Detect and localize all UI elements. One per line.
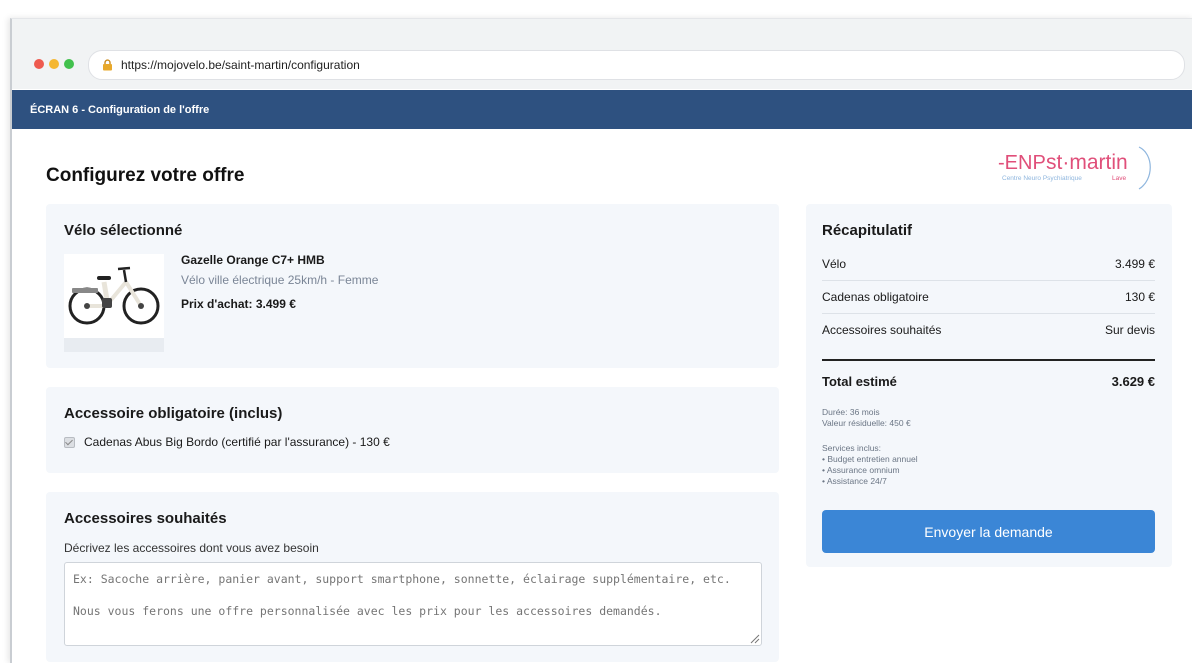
summary-divider xyxy=(822,359,1155,361)
close-window-button[interactable] xyxy=(34,59,44,69)
bike-name: Gazelle Orange C7+ HMB xyxy=(181,253,325,267)
service-item: • Assistance 24/7 xyxy=(822,476,887,486)
required-accessory-label: Cadenas Abus Big Bordo (certifié par l'a… xyxy=(84,435,390,449)
summary-heading: Récapitulatif xyxy=(822,222,913,239)
maximize-window-button[interactable] xyxy=(64,59,74,69)
required-accessory-card: Accessoire obligatoire (inclus) Cadenas … xyxy=(46,387,779,473)
logo-name: st·martin xyxy=(1046,151,1128,174)
lock-icon xyxy=(99,57,115,73)
wished-accessories-heading: Accessoires souhaités xyxy=(64,510,227,527)
summary-total: Total estimé 3.629 € xyxy=(822,374,1155,389)
logo-tagline-part2: Lave xyxy=(1112,175,1126,182)
browser-chrome: https://mojovelo.be/saint-martin/configu… xyxy=(12,19,1192,89)
minimize-window-button[interactable] xyxy=(49,59,59,69)
browser-window: https://mojovelo.be/saint-martin/configu… xyxy=(10,18,1192,663)
total-label: Total estimé xyxy=(822,374,897,389)
summary-row-value: Sur devis xyxy=(1104,323,1155,337)
summary-row-lock: Cadenas obligatoire 130 € xyxy=(822,281,1155,314)
summary-row-value: 3.499 € xyxy=(1114,257,1155,271)
summary-row-label: Cadenas obligatoire xyxy=(822,290,929,304)
bike-image xyxy=(64,254,164,352)
bike-subtitle: Vélo ville électrique 25km/h - Femme xyxy=(181,273,379,287)
window-controls xyxy=(34,59,74,69)
send-request-button[interactable]: Envoyer la demande xyxy=(822,510,1155,553)
bike-price: Prix d'achat: 3.499 € xyxy=(181,297,296,311)
summary-card: Récapitulatif Vélo 3.499 € Cadenas oblig… xyxy=(806,204,1172,567)
required-accessory-row: Cadenas Abus Big Bordo (certifié par l'a… xyxy=(64,435,390,449)
summary-row-label: Accessoires souhaités xyxy=(822,323,942,337)
duration-text: Durée: 36 mois xyxy=(822,407,880,417)
wished-accessories-textarea[interactable] xyxy=(64,562,762,646)
page-title: Configurez votre offre xyxy=(46,165,245,186)
residual-value-text: Valeur résiduelle: 450 € xyxy=(822,418,911,428)
required-accessory-checkbox[interactable] xyxy=(64,436,75,448)
wished-accessories-card: Accessoires souhaités Décrivez les acces… xyxy=(46,492,779,662)
enp-st-martin-logo: -ENP st·martin Centre Neuro Psychiatriqu… xyxy=(994,142,1154,194)
address-bar[interactable]: https://mojovelo.be/saint-martin/configu… xyxy=(88,50,1185,80)
summary-row-bike: Vélo 3.499 € xyxy=(822,248,1155,281)
address-url: https://mojovelo.be/saint-martin/configu… xyxy=(121,58,360,72)
selected-bike-heading: Vélo sélectionné xyxy=(64,222,183,239)
wished-accessories-label: Décrivez les accessoires dont vous avez … xyxy=(64,541,319,555)
required-accessory-heading: Accessoire obligatoire (inclus) xyxy=(64,405,283,422)
total-value: 3.629 € xyxy=(1111,374,1155,389)
services-title: Services inclus: xyxy=(822,443,882,453)
logo-head-outline xyxy=(1138,146,1151,190)
logo-tagline-part1: Centre Neuro Psychiatrique xyxy=(1002,175,1082,182)
selected-bike-card: Vélo sélectionné Gazelle Orange C7+ HMB … xyxy=(46,204,779,368)
service-item: • Budget entretien annuel xyxy=(822,454,918,464)
screen-label: ÉCRAN 6 - Configuration de l'offre xyxy=(30,103,210,116)
bike-icon xyxy=(68,266,160,325)
summary-row-value: 130 € xyxy=(1124,290,1155,304)
screen-header: ÉCRAN 6 - Configuration de l'offre xyxy=(12,90,1192,129)
service-item: • Assurance omnium xyxy=(822,465,900,475)
summary-row-label: Vélo xyxy=(822,257,847,271)
resize-grip-icon[interactable] xyxy=(749,633,760,644)
logo-prefix: -ENP xyxy=(998,152,1046,174)
summary-row-accessories: Accessoires souhaités Sur devis xyxy=(822,314,1155,346)
